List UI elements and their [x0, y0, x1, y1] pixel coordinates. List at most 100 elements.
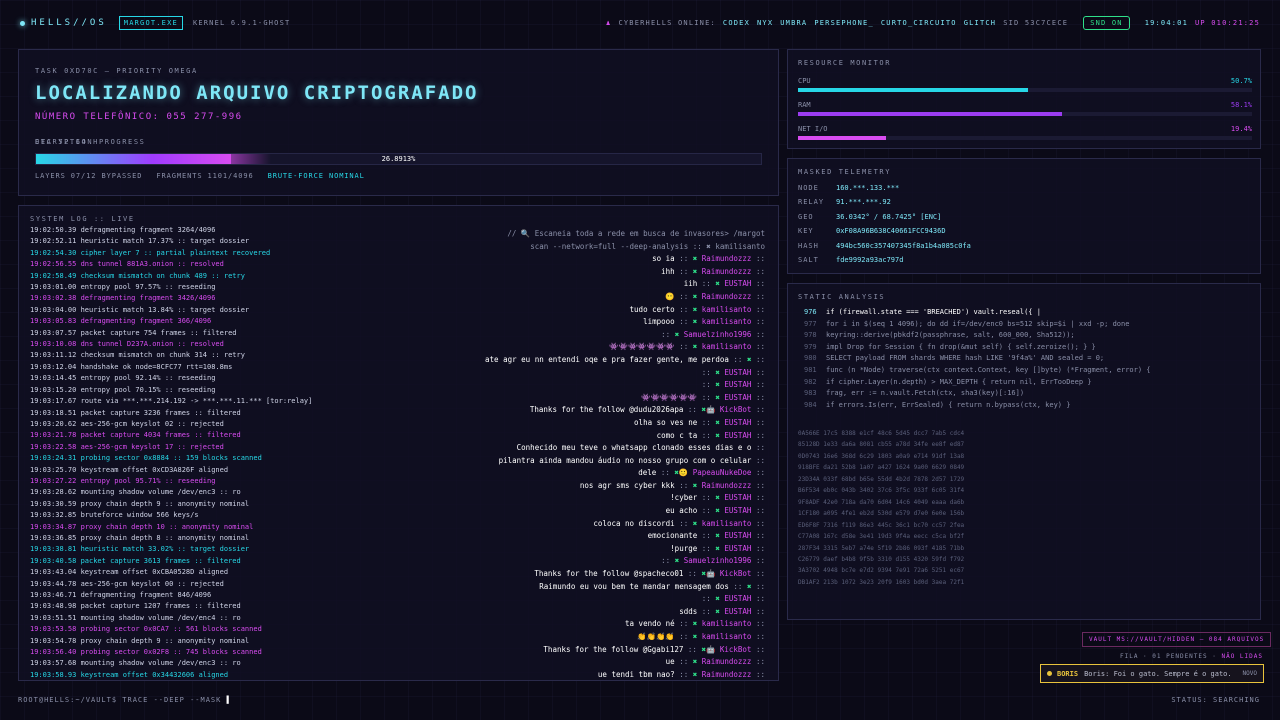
chat-username[interactable]: KickBot [720, 405, 752, 414]
chat-username[interactable]: kamilisanto [702, 317, 752, 326]
process-badge[interactable]: MARGOT.EXE [118, 16, 183, 30]
chat-username[interactable]: EUSTAH [724, 594, 751, 603]
badge-icon: ✖ [692, 266, 702, 276]
badge-icon: ✖ [746, 581, 756, 591]
unread-link[interactable]: NÃO LIDAS [1221, 653, 1263, 660]
vault-link[interactable]: VAULT MS://VAULT/HIDDEN — 084 ARQUIVOS [1082, 632, 1272, 647]
chat-separator: :: [674, 518, 693, 528]
telemetry-key: KEY [798, 227, 814, 235]
telemetry-value: 36.0342° / 68.7425° [ENC] [836, 213, 942, 221]
code-text: if cipher.Layer(n.depth) > MAX_DEPTH { r… [826, 377, 1092, 386]
badge-icon: ✖ [692, 657, 702, 667]
online-user[interactable]: PERSEPHONE_ [814, 19, 874, 27]
hex-row: ED6F8F 7316 f119 86e3 445c 36c1 bc70 cc5… [798, 521, 965, 529]
chat-separator: :: [751, 443, 765, 453]
cpu-bar [798, 88, 1252, 92]
app-logo: HELLS//OS [31, 18, 107, 28]
hex-row: 3A3702 4948 bc7e e7d2 9394 7e91 72a6 525… [798, 567, 965, 575]
chat-separator: :: [751, 468, 765, 478]
badge-icon: ✖ [692, 291, 702, 301]
chat-separator: :: [751, 380, 765, 390]
chat-separator: :: [697, 279, 716, 289]
log-line: 19:03:18.51 packet capture 3236 frames :… [30, 408, 241, 417]
chat-username[interactable]: EUSTAH [724, 544, 751, 553]
online-user[interactable]: NYX [757, 19, 773, 27]
chat-separator: :: [751, 480, 765, 490]
telemetry-value: 160.***.133.*** [836, 184, 900, 192]
badge-icon: ✖ [692, 632, 702, 641]
chat-text: emocionante [647, 531, 698, 541]
chat-username[interactable]: PapeauNukeDoe [693, 468, 752, 477]
chat-username[interactable]: kamilisanto [702, 519, 752, 528]
notification-toast[interactable]: BORIS Boris: Foi o gato. Sempre é o gato… [1040, 664, 1264, 683]
ram-fill [798, 112, 1062, 116]
command-prompt[interactable]: ROOT@HELLS:~/VAULT$ TRACE --DEEP --MASK … [18, 696, 232, 704]
badge-icon: ✖ [674, 556, 684, 566]
chat-username[interactable]: kamilisanto [702, 619, 752, 628]
telemetry-key: GEO [798, 213, 814, 221]
chat-username[interactable]: kamilisanto [702, 342, 752, 351]
chat-separator: :: [751, 606, 765, 616]
chat-separator: :: [751, 342, 765, 352]
chat-username[interactable]: EUSTAH [724, 380, 751, 389]
chat-username[interactable]: EUSTAH [724, 418, 751, 427]
chat-separator: :: [661, 556, 675, 566]
code-text: for i in $(seq 1 4096); do dd if=/dev/en… [826, 319, 1130, 328]
chat-username[interactable]: EUSTAH [724, 368, 751, 377]
badge-icon: ✖ [715, 506, 725, 516]
prompt-text: ROOT@HELLS:~/VAULT$ TRACE --DEEP --MASK [18, 696, 222, 704]
online-user[interactable]: GLITCH [964, 19, 997, 27]
chat-username[interactable]: EUSTAH [724, 607, 751, 616]
task-label: TASK 0XD70C — PRIORITY OMEGA [35, 67, 198, 75]
hex-row: 918BFE da21 52b8 1a07 a427 1624 9a00 662… [798, 464, 965, 472]
chat-message: :: ✖ EUSTAH :: [425, 379, 765, 392]
chat-comment: // 🔍 Escaneia toda a rede em busca de in… [507, 229, 765, 238]
layers-stat: LAYERS 07/12 BYPASSED [35, 172, 143, 180]
log-lines: 19:02:50.39 defragmenting fragment 3264/… [30, 225, 312, 680]
chat-username[interactable]: EUSTAH [724, 279, 751, 288]
chat-username[interactable]: Raimundozzz [702, 254, 752, 263]
sound-toggle[interactable]: SND ON [1083, 16, 1130, 30]
chat-username[interactable]: EUSTAH [724, 393, 751, 402]
cpu-label: CPU [798, 77, 811, 85]
chat-separator: :: [751, 619, 765, 629]
chat-text: ta vendo né [625, 619, 675, 629]
session-id: SID 53C7CECE [1003, 19, 1069, 27]
chat-username[interactable]: Raimundozzz [702, 267, 752, 276]
net-pct: 19.4% [1230, 125, 1252, 133]
chat-username[interactable]: KickBot [720, 645, 752, 654]
chat-separator: :: [661, 329, 675, 339]
chat-username[interactable]: KickBot [720, 569, 752, 578]
chat-username[interactable]: Raimundozzz [702, 657, 752, 666]
chat-username[interactable]: EUSTAH [724, 431, 751, 440]
log-line: 19:03:53.58 probing sector 0x0CA7 :: 561… [30, 625, 262, 634]
log-line: 19:03:57.68 mounting shadow volume /dev/… [30, 659, 241, 668]
chat-username[interactable]: EUSTAH [724, 493, 751, 502]
online-user[interactable]: CODEX [723, 19, 750, 27]
chat-separator: :: [674, 632, 693, 641]
chat-username[interactable]: Raimundozzz [702, 670, 752, 679]
chat-username[interactable]: kamilisanto [702, 632, 752, 641]
online-user[interactable]: CURTO_CIRCUITO [881, 19, 957, 27]
chat-username[interactable]: EUSTAH [724, 506, 751, 515]
chat-separator: :: [751, 569, 765, 579]
badge-icon: ✖🤖 [701, 644, 720, 654]
hex-row: 23D34A 033f 68bd b65e 55dd 4b2d 7878 2d5… [798, 475, 965, 483]
chat-text: so ia [652, 254, 675, 264]
chat-username[interactable]: Raimundozzz [702, 481, 752, 490]
chat-username[interactable]: Samuelzinho1996 [684, 556, 752, 565]
chat-separator: :: [674, 619, 693, 629]
chat-text: olha so ves ne [634, 417, 698, 427]
chat-separator: :: [728, 354, 747, 364]
chat-text: pilantra ainda mandou áudio no nosso gru… [498, 455, 752, 465]
net-row: NET I/O 19.4% [798, 125, 1252, 140]
badge-icon: ✖ [715, 417, 725, 427]
log-line: 19:02:50.39 defragmenting fragment 3264/… [30, 226, 216, 234]
chat-username[interactable]: Samuelzinho1996 [684, 330, 752, 339]
chat-username[interactable]: EUSTAH [724, 531, 751, 540]
log-line: 19:03:34.87 proxy chain depth 10 :: anon… [30, 522, 254, 531]
chat-message: 👏👏👏👏 :: ✖ kamilisanto :: [425, 631, 765, 644]
chat-username[interactable]: Raimundozzz [702, 292, 752, 301]
chat-username[interactable]: kamilisanto [702, 305, 752, 314]
online-user[interactable]: UMBRA [780, 19, 807, 27]
